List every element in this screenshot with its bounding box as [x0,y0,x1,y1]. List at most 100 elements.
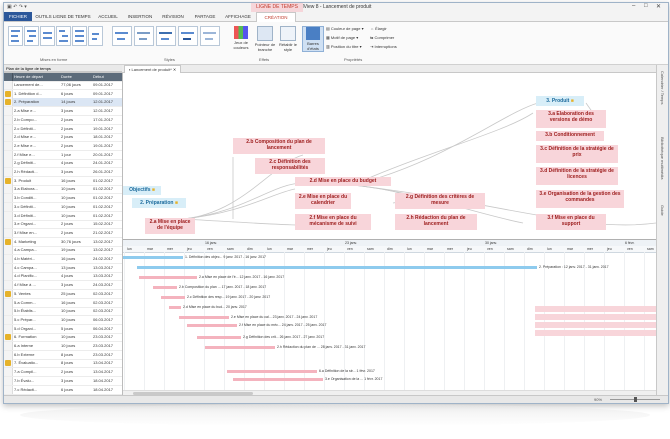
row-header-cell[interactable] [4,315,13,324]
outline-row[interactable]: 7.c Rédacti... 6 jours 18.04.2017 [4,385,122,395]
task-name-cell[interactable]: 5. Ventes [14,290,58,298]
duration-cell[interactable]: 2 jours [61,368,91,376]
node-2d[interactable]: 2.d Mise en place du budget [295,177,391,186]
start-date-cell[interactable]: 24.01.2017 [93,159,121,167]
duration-cell[interactable]: 2 jours [61,133,91,141]
duration-cell[interactable]: 2 jours [61,116,91,124]
duration-cell[interactable]: 2 jours [61,125,91,133]
start-date-cell[interactable]: 01.02.2017 [93,203,121,211]
duration-cell[interactable]: 8 jours [61,351,91,359]
task-name-cell[interactable]: Lancement de... [14,81,58,89]
node-preparation[interactable]: 2. Préparation ■ [132,198,186,208]
start-date-cell[interactable]: 21.02.2017 [93,229,121,237]
row-header-cell[interactable] [4,98,13,107]
column-header-start[interactable]: Début [93,73,121,81]
column-header-start-time[interactable]: Heure de départ [14,73,58,81]
task-name-cell[interactable]: 2. Préparation [14,98,58,106]
task-name-cell[interactable]: 4.f Mise à ... [14,281,58,289]
row-header-cell[interactable] [4,176,13,185]
duration-cell[interactable]: 4 jours [61,272,91,280]
layout-thumb-1[interactable] [8,26,23,46]
row-header-cell[interactable] [4,289,13,298]
gantt-task-bar[interactable] [123,256,183,259]
gantt-task-bar[interactable] [161,296,185,299]
start-date-cell[interactable]: 24.03.2017 [93,281,121,289]
row-header-cell[interactable] [4,228,13,237]
start-date-cell[interactable]: 18.04.2017 [93,386,121,394]
node-2a[interactable]: 2.a Mise en place de l'équipe [145,218,195,234]
layout-thumb-6[interactable] [88,26,103,46]
tab-insertion[interactable]: INSERTION [124,12,156,21]
task-name-cell[interactable]: 7.c Rédacti... [14,386,58,394]
duration-cell[interactable]: 30,76 jours [61,238,91,246]
task-name-cell[interactable]: 7. Évaluatio... [14,359,58,367]
start-date-cell[interactable]: 18.01.2017 [93,133,121,141]
start-date-cell[interactable]: 23.03.2017 [93,333,121,341]
outline-row[interactable]: 2.a Mise e... 3 jours 12.01.2017 [4,107,122,117]
outline-row[interactable]: 3.a Elabora... 10 jours 01.02.2017 [4,185,122,195]
task-name-cell[interactable]: 3.b Conditi... [14,194,58,202]
task-name-cell[interactable]: 6.a Interne [14,342,58,350]
start-date-cell[interactable]: 13.04.2017 [93,359,121,367]
gantt-task-bar[interactable] [179,316,229,319]
outline-row[interactable]: 4.c Campa... 13 jours 13.03.2017 [4,263,122,273]
task-name-cell[interactable]: 3.a Elabora... [14,185,58,193]
document-tab[interactable]: ▪ Lancement de produit* ✕ [124,65,182,73]
start-date-cell[interactable]: 09.01.2017 [93,90,121,98]
node-2g[interactable]: 2.g Définition des critères de mesure [395,193,485,209]
task-name-cell[interactable]: 1. Définition d... [14,90,58,98]
start-date-cell[interactable]: 13.03.2017 [93,264,121,272]
minimize-icon[interactable]: – [632,3,635,9]
node-3a[interactable]: 3.a Elaboration des versions de démo [536,110,606,128]
outline-row[interactable]: 2.c Définiti... 2 jours 19.01.2017 [4,124,122,134]
row-header-cell[interactable] [4,350,13,359]
layout-thumb-5[interactable] [72,26,87,46]
task-name-cell[interactable]: 6. Formation [14,333,58,341]
expand-button[interactable]: ⇔ Élargir [370,26,387,31]
start-date-cell[interactable]: 02.03.2017 [93,299,121,307]
duration-cell[interactable]: 3 jours [61,377,91,385]
outline-row[interactable]: 5.a Comm... 16 jours 02.03.2017 [4,298,122,308]
row-header-cell[interactable] [4,81,13,89]
start-date-cell[interactable]: 15.02.2017 [93,220,121,228]
row-header-cell[interactable] [4,359,13,368]
start-date-cell[interactable]: 12.01.2017 [93,107,121,115]
tab-accueil[interactable]: ACCUEIL [94,12,122,21]
color-schemes-button[interactable]: Jeux de couleurs [230,26,252,50]
start-date-cell[interactable]: 06.03.2017 [93,316,121,324]
start-date-cell[interactable]: 13.02.2017 [93,238,121,246]
start-date-cell[interactable]: 09.01.2017 [93,81,121,89]
tab-revision[interactable]: RÉVISION [158,12,188,21]
row-header-cell[interactable] [4,376,13,385]
outline-row[interactable]: 4.a Campa... 19 jours 13.02.2017 [4,246,122,256]
start-date-cell[interactable]: 23.03.2017 [93,342,121,350]
start-date-cell[interactable]: 02.03.2017 [93,290,121,298]
row-header-cell[interactable] [4,324,13,333]
row-header-cell[interactable] [4,368,13,377]
start-date-cell[interactable]: 26.01.2017 [93,168,121,176]
row-header-cell[interactable] [4,141,13,150]
layout-thumb-2[interactable] [24,26,39,46]
outline-row[interactable]: 2.f Mise e... 1 jour 20.01.2017 [4,150,122,160]
duration-cell[interactable]: 3 jours [61,107,91,115]
duration-cell[interactable]: 8 jours [61,359,91,367]
page-color-button[interactable]: ▤ Couleur de page ▾ [326,26,364,31]
start-date-cell[interactable]: 01.02.2017 [93,185,121,193]
node-produit[interactable]: 3. Produit ■ [536,96,584,106]
duration-cell[interactable]: 10 jours [61,333,91,341]
branch-pointer-button[interactable]: Pointeur de branche [254,26,276,52]
outline-row[interactable]: 3.c Définiti... 10 jours 01.02.2017 [4,202,122,212]
duration-cell[interactable]: 6 jours [61,90,91,98]
column-header-duration[interactable]: Durée [61,73,91,81]
duration-cell[interactable]: 13 jours [61,264,91,272]
row-header-cell[interactable] [4,255,13,263]
row-header-cell[interactable] [4,220,13,229]
outline-row[interactable]: 6.a Interne 10 jours 23.03.2017 [4,342,122,351]
outline-row[interactable]: 2.h Rédacti... 3 jours 26.01.2017 [4,168,122,177]
compress-button[interactable]: ⇆ Comprimer [370,35,394,40]
task-name-cell[interactable]: 3.c Définiti... [14,203,58,211]
row-header-cell[interactable] [4,107,13,116]
row-header-cell[interactable] [4,307,13,316]
node-objectifs[interactable]: Objectifs ■ [123,186,161,195]
node-3b[interactable]: 3.b Conditionnement [536,131,604,141]
